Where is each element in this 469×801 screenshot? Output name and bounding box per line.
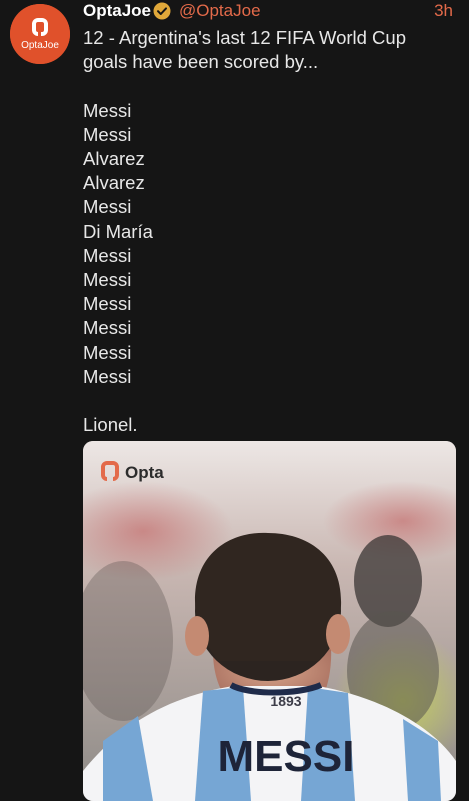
tweet-text-line: Messi: [83, 99, 132, 121]
verified-badge-icon: [153, 2, 171, 20]
tweet[interactable]: OptaJoe OptaJoe @OptaJoe 3h 12 - Argenti…: [0, 0, 469, 801]
tweet-text-line: Messi: [83, 365, 132, 387]
tweet-text-line: Messi: [83, 341, 132, 363]
tweet-text-line: goals have been scored by...: [83, 51, 319, 73]
opta-logo-icon: OptaJoe: [10, 4, 70, 64]
tweet-header: OptaJoe @OptaJoe 3h: [83, 0, 459, 22]
tweet-text-line: 12 - Argentina's last 12 FIFA World Cup: [83, 27, 406, 48]
tweet-text-line: Alvarez: [83, 148, 145, 169]
tweet-text-line: Messi: [83, 196, 132, 218]
avatar-label: OptaJoe: [21, 40, 59, 51]
tweet-text-line: Messi: [83, 293, 132, 315]
tweet-text-blank-line: [83, 389, 453, 413]
messi-photo: 1893 MESSI Opta: [83, 441, 456, 801]
display-name[interactable]: OptaJoe: [83, 1, 151, 21]
timestamp[interactable]: 3h: [434, 1, 453, 21]
tweet-text-line: Lionel.: [83, 414, 138, 436]
shirt-name-text: MESSI: [218, 732, 355, 781]
tweet-text-line: Alvarez: [83, 172, 145, 194]
shirt-number-text: 1893: [270, 693, 301, 709]
tweet-text-line: Messi: [83, 244, 132, 266]
tweet-text-line: Di María: [83, 220, 153, 242]
tweet-text: 12 - Argentina's last 12 FIFA World Cup g…: [83, 26, 453, 437]
tweet-text-blank-line: [83, 74, 453, 98]
opta-brand-logo-text: Opta: [125, 463, 164, 482]
tweet-text-line: Messi: [83, 317, 132, 339]
avatar[interactable]: OptaJoe: [10, 4, 70, 64]
tweet-media-image[interactable]: 1893 MESSI Opta: [83, 441, 456, 801]
tweet-text-line: Messi: [83, 269, 132, 291]
tweet-text-line: Messi: [83, 123, 132, 145]
user-handle[interactable]: @OptaJoe: [179, 1, 261, 21]
